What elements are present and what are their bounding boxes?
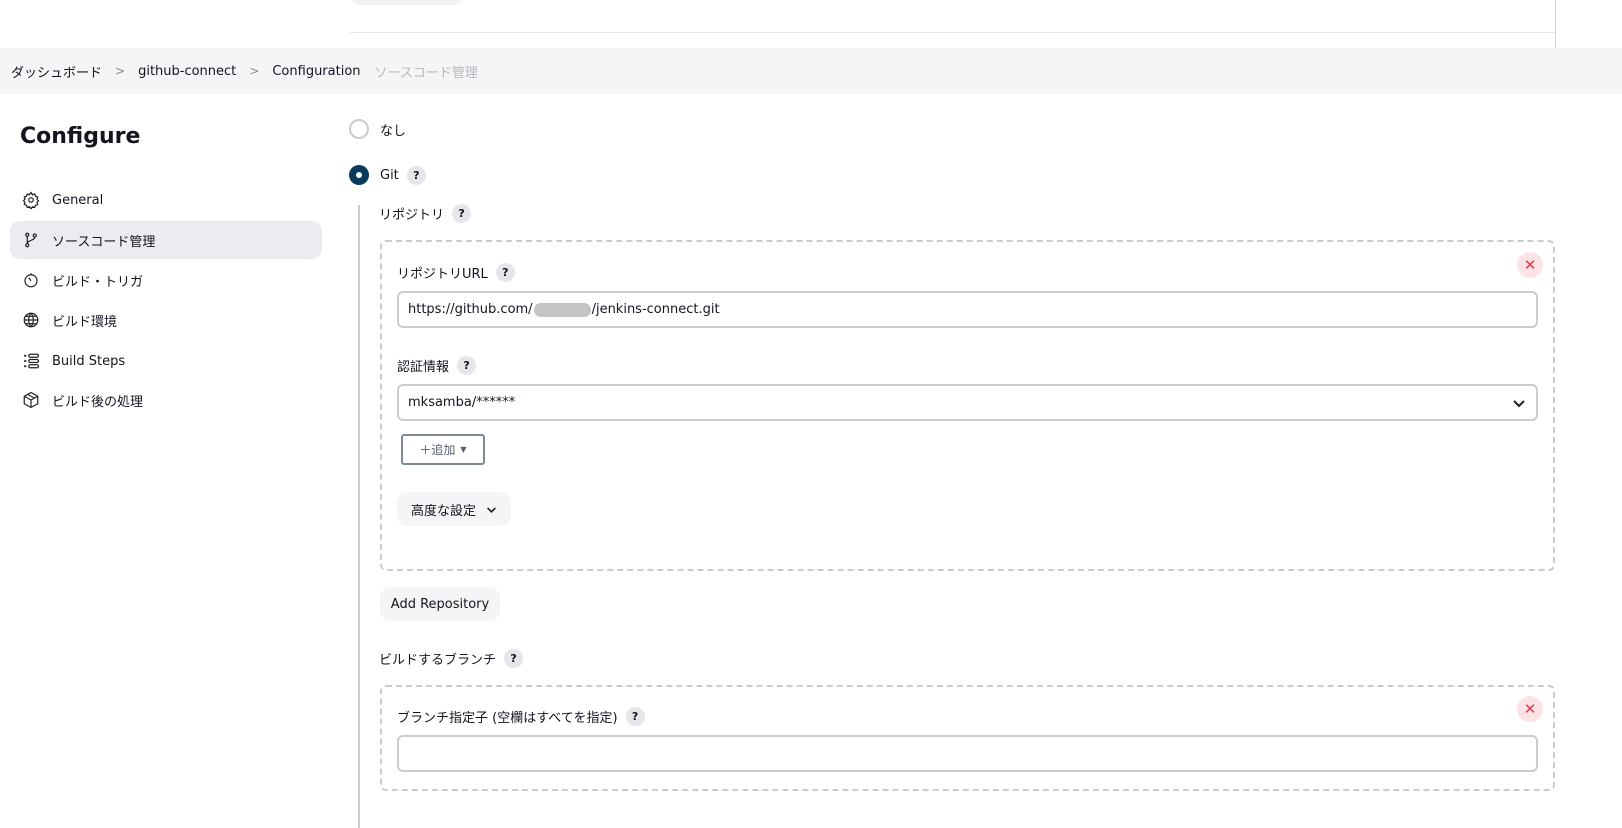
scm-option-git[interactable]: Git ?: [349, 165, 426, 185]
chevron-down-icon: [487, 506, 496, 513]
sidebar-item-build-environment[interactable]: ビルド環境: [10, 301, 322, 339]
credentials-select[interactable]: mksamba/******: [397, 384, 1538, 421]
gear-icon: [22, 191, 40, 209]
breadcrumb-dashboard[interactable]: ダッシュボード: [11, 62, 102, 81]
package-icon: [23, 391, 39, 409]
add-credentials-button[interactable]: ＋追加 ▼: [401, 434, 485, 465]
breadcrumb-configuration[interactable]: Configuration: [272, 64, 360, 79]
branch-specifier-label: ブランチ指定子 (空欄はすべてを指定)?: [397, 707, 645, 726]
timer-icon: [24, 273, 38, 288]
chevron-down-icon: [1513, 399, 1525, 407]
help-icon[interactable]: ?: [625, 707, 645, 726]
radio-git[interactable]: [349, 165, 369, 185]
repo-url-label: リポジトリURL?: [397, 263, 515, 282]
sidebar-item-scm[interactable]: ソースコード管理: [10, 221, 322, 259]
help-icon[interactable]: ?: [495, 263, 515, 282]
add-repository-button[interactable]: Add Repository: [380, 587, 500, 621]
top-button[interactable]: [350, 0, 463, 5]
close-icon[interactable]: ✕: [1517, 696, 1543, 722]
breadcrumb-current-section: ソースコード管理: [374, 65, 478, 81]
sidebar-item-build-triggers[interactable]: ビルド・トリガ: [10, 261, 322, 299]
caret-down-icon: ▼: [460, 445, 467, 454]
help-icon[interactable]: ?: [406, 165, 426, 185]
page-title: Configure: [20, 124, 141, 149]
sidebar-item-build-steps[interactable]: Build Steps: [10, 342, 322, 380]
repo-url-input[interactable]: https://github.com//jenkins-connect.git: [397, 291, 1538, 328]
help-icon[interactable]: ?: [452, 204, 472, 223]
branch-icon: [25, 232, 37, 248]
repositories-label: リポジトリ?: [379, 204, 472, 223]
credentials-label: 認証情報?: [397, 356, 477, 375]
help-icon[interactable]: ?: [457, 356, 477, 375]
close-icon[interactable]: ✕: [1517, 252, 1543, 278]
chevron-right-icon: >: [115, 64, 126, 78]
redacted-username: [533, 302, 591, 317]
chevron-right-icon: >: [249, 64, 260, 78]
scm-option-none[interactable]: なし: [349, 119, 406, 139]
radio-none[interactable]: [349, 119, 369, 139]
help-icon[interactable]: ?: [504, 649, 524, 668]
section-indent-line: [358, 205, 360, 828]
list-icon: [23, 353, 40, 369]
divider: [350, 32, 1555, 33]
globe-icon: [23, 312, 39, 328]
breadcrumb-job[interactable]: github-connect: [138, 64, 236, 79]
advanced-button[interactable]: 高度な設定: [397, 492, 511, 526]
branches-label: ビルドするブランチ?: [379, 649, 524, 668]
breadcrumb: ダッシュボード > github-connect > Configuration…: [0, 48, 1622, 94]
sidebar-item-general[interactable]: General: [10, 181, 322, 219]
sidebar-item-post-build[interactable]: ビルド後の処理: [10, 381, 322, 419]
branch-specifier-input[interactable]: [397, 735, 1538, 772]
divider: [1555, 0, 1556, 48]
